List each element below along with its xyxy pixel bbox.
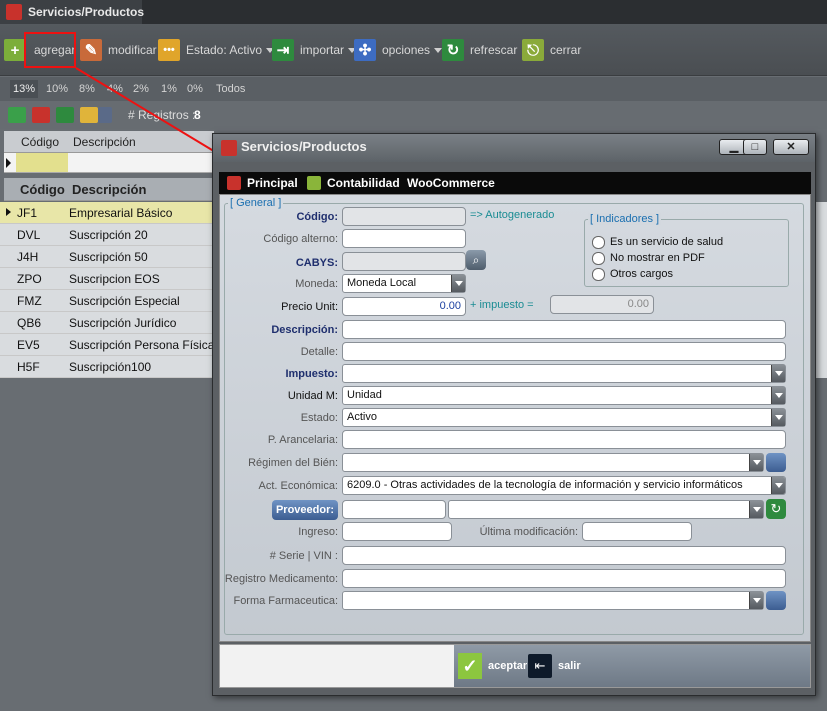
estado-label: Estado: bbox=[300, 412, 338, 424]
chart-icon bbox=[307, 176, 321, 190]
check-icon: ✓ bbox=[458, 653, 482, 679]
regimen-action-button[interactable] bbox=[766, 453, 786, 472]
registro-med-field[interactable] bbox=[342, 569, 786, 588]
ingreso-field[interactable] bbox=[342, 522, 452, 541]
serie-label: # Serie | VIN : bbox=[269, 550, 338, 562]
proveedor-select[interactable] bbox=[448, 500, 764, 519]
regimen-label: Régimen del Bién: bbox=[248, 457, 338, 469]
descripcion-field[interactable] bbox=[342, 320, 786, 339]
dialog-titlebar[interactable]: Servicios/Productos ▁ □ ✕ bbox=[213, 134, 815, 162]
forma-farm-select[interactable] bbox=[342, 591, 764, 610]
ingreso-label: Ingreso: bbox=[298, 526, 338, 538]
arancelaria-field[interactable] bbox=[342, 430, 786, 449]
ultima-mod-label: Última modificación: bbox=[479, 526, 578, 538]
precio-unit-label: Precio Unit: bbox=[281, 301, 338, 313]
codigo-field[interactable] bbox=[342, 207, 466, 226]
general-panel: [ General ] Código: => Autogenerado [ In… bbox=[219, 194, 811, 642]
mas-impuesto-label: + impuesto = bbox=[470, 299, 534, 311]
otros-cargos-label: Otros cargos bbox=[610, 268, 673, 280]
refresh-icon[interactable]: ↻ bbox=[766, 499, 786, 519]
arancelaria-label: P. Arancelaria: bbox=[267, 434, 338, 446]
chevron-down-icon bbox=[771, 409, 785, 426]
no-pdf-label: No mostrar en PDF bbox=[610, 252, 705, 264]
unidad-label: Unidad M: bbox=[287, 390, 338, 402]
precio-total-field: 0.00 bbox=[550, 295, 654, 314]
moneda-select[interactable]: Moneda Local bbox=[342, 274, 466, 293]
descripcion-label: Descripción: bbox=[271, 324, 338, 336]
detalle-label: Detalle: bbox=[300, 346, 338, 358]
chevron-down-icon bbox=[771, 365, 785, 382]
proveedor-button[interactable]: Proveedor: bbox=[272, 500, 338, 520]
unidad-select[interactable]: Unidad bbox=[342, 386, 786, 405]
tab-principal[interactable]: Principal bbox=[227, 172, 298, 194]
otros-cargos-checkbox[interactable] bbox=[592, 268, 605, 281]
dialog-title: Servicios/Productos bbox=[241, 139, 367, 154]
indicadores-group-title: [ Indicadores ] bbox=[588, 213, 662, 225]
impuesto-select[interactable] bbox=[342, 364, 786, 383]
chevron-down-icon bbox=[771, 477, 785, 494]
codigo-alterno-label: Código alterno: bbox=[263, 233, 338, 245]
registro-med-label: Registro Medicamento: bbox=[224, 573, 338, 585]
ultima-mod-field[interactable] bbox=[582, 522, 692, 541]
estado-select[interactable]: Activo bbox=[342, 408, 786, 427]
no-pdf-checkbox[interactable] bbox=[592, 252, 605, 265]
exit-icon: ⇤ bbox=[528, 654, 552, 678]
forma-farm-action-button[interactable] bbox=[766, 591, 786, 610]
footer-button-bar: ✓ aceptar ⇤ salir bbox=[454, 645, 810, 687]
cabys-label: CABYS: bbox=[295, 257, 338, 269]
chevron-down-icon bbox=[749, 454, 763, 471]
chevron-down-icon bbox=[749, 592, 763, 609]
regimen-select[interactable] bbox=[342, 453, 764, 472]
act-economica-select[interactable]: 6209.0 - Otras actividades de la tecnolo… bbox=[342, 476, 786, 495]
codigo-label: Código: bbox=[296, 211, 338, 223]
cabys-field[interactable] bbox=[342, 252, 466, 271]
precio-unit-field[interactable]: 0.00 bbox=[342, 297, 466, 316]
chevron-down-icon bbox=[771, 387, 785, 404]
forma-farm-label: Forma Farmaceutica: bbox=[233, 595, 338, 607]
product-dialog: Servicios/Productos ▁ □ ✕ Principal Cont… bbox=[212, 133, 816, 696]
codigo-alterno-field[interactable] bbox=[342, 229, 466, 248]
aceptar-button[interactable]: ✓ aceptar bbox=[458, 651, 527, 681]
general-group-title: [ General ] bbox=[228, 197, 284, 209]
close-button[interactable]: ✕ bbox=[773, 139, 809, 155]
search-icon[interactable]: ⌕ bbox=[466, 250, 486, 270]
detalle-field[interactable] bbox=[342, 342, 786, 361]
chevron-down-icon bbox=[451, 275, 465, 292]
chevron-down-icon bbox=[749, 501, 763, 518]
proveedor-code-field[interactable] bbox=[342, 500, 446, 519]
dialog-tabs: Principal Contabilidad WooCommerce bbox=[219, 172, 811, 194]
store-icon bbox=[227, 176, 241, 190]
salud-checkbox[interactable] bbox=[592, 236, 605, 249]
maximize-button[interactable]: □ bbox=[743, 139, 767, 155]
moneda-label: Moneda: bbox=[295, 278, 338, 290]
act-economica-label: Act. Económica: bbox=[258, 480, 338, 492]
dialog-footer: ✓ aceptar ⇤ salir bbox=[219, 644, 811, 688]
tab-woocommerce[interactable]: WooCommerce bbox=[407, 172, 495, 194]
salud-label: Es un servicio de salud bbox=[610, 236, 724, 248]
autogenerado-note: => Autogenerado bbox=[470, 209, 555, 221]
serie-field[interactable] bbox=[342, 546, 786, 565]
salir-button[interactable]: ⇤ salir bbox=[528, 651, 581, 681]
impuesto-label: Impuesto: bbox=[285, 368, 338, 380]
tab-contabilidad[interactable]: Contabilidad bbox=[307, 172, 400, 194]
app-logo-icon bbox=[221, 140, 237, 156]
